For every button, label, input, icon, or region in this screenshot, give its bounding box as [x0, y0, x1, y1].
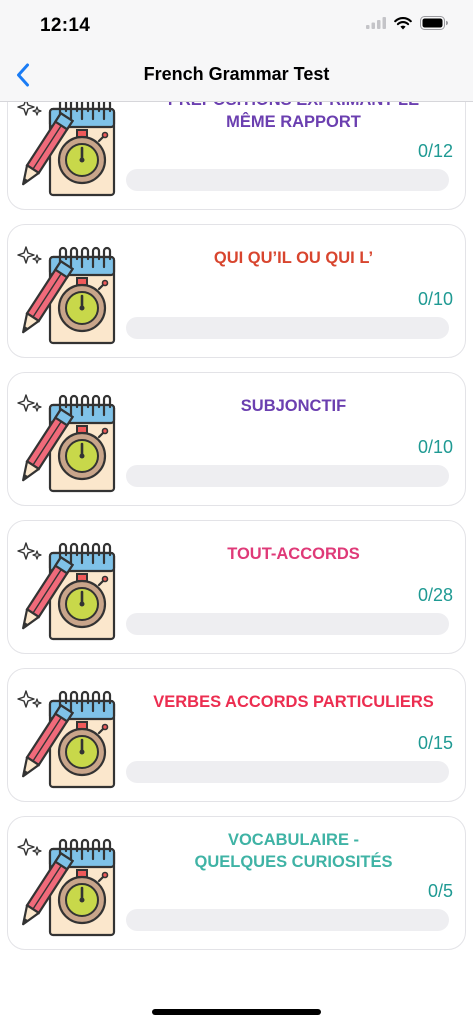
- quiz-title: PRÉPOSITIONS EXPRIMANT LE MÊME RAPPORT: [168, 102, 419, 131]
- notebook-timer-icon: [16, 541, 118, 641]
- quiz-progress-count: 0/15: [417, 733, 453, 753]
- navigation-bar: French Grammar Test: [0, 50, 473, 102]
- quiz-list[interactable]: PRÉPOSITIONS EXPRIMANT LE MÊME RAPPORT 0/…: [0, 102, 473, 988]
- quiz-progress-count: 0/28: [417, 585, 453, 605]
- quiz-progress-count: 0/10: [417, 289, 453, 309]
- status-time: 12:14: [40, 15, 91, 36]
- quiz-progress-bar: [126, 613, 449, 635]
- quiz-card[interactable]: PRÉPOSITIONS EXPRIMANT LE MÊME RAPPORT 0/…: [7, 102, 466, 210]
- page-title: French Grammar Test: [143, 64, 330, 84]
- quiz-progress-count: 0/12: [417, 141, 453, 161]
- quiz-title: VERBES ACCORDS PARTICULIERS: [153, 693, 434, 711]
- notebook-timer-icon: [16, 393, 118, 493]
- quiz-progress-bar: [126, 169, 449, 191]
- battery-icon: [420, 16, 448, 30]
- quiz-title: QUI QU’IL OU QUI L’: [213, 249, 374, 267]
- quiz-card[interactable]: VERBES ACCORDS PARTICULIERS 0/15: [7, 668, 466, 802]
- quiz-progress-bar: [126, 317, 449, 339]
- quiz-card[interactable]: SUBJONCTIF 0/10: [7, 372, 466, 506]
- notebook-timer-icon: [16, 689, 118, 789]
- quiz-title: SUBJONCTIF: [240, 397, 347, 415]
- status-icons: [366, 16, 449, 30]
- quiz-progress-count: 0/5: [427, 881, 453, 901]
- quiz-progress-bar: [126, 465, 449, 487]
- notebook-timer-icon: [16, 245, 118, 345]
- wifi-icon: [394, 16, 412, 29]
- quiz-progress-bar: [126, 909, 449, 931]
- quiz-progress-count: 0/10: [417, 437, 453, 457]
- quiz-progress-bar: [126, 761, 449, 783]
- cellular-signal-icon: [366, 17, 386, 29]
- quiz-title: VOCABULAIRE - QUELQUES CURIOSITÉS: [194, 831, 393, 871]
- quiz-card[interactable]: QUI QU’IL OU QUI L’ 0/10: [7, 224, 466, 358]
- quiz-card[interactable]: TOUT-ACCORDS 0/28: [7, 520, 466, 654]
- quiz-title: TOUT-ACCORDS: [227, 545, 360, 563]
- quiz-card[interactable]: VOCABULAIRE - QUELQUES CURIOSITÉS 0/5: [7, 816, 466, 950]
- notebook-timer-icon: [16, 102, 118, 197]
- home-indicator: [152, 1009, 321, 1015]
- notebook-timer-icon: [16, 837, 118, 937]
- status-bar: 12:14: [0, 0, 473, 50]
